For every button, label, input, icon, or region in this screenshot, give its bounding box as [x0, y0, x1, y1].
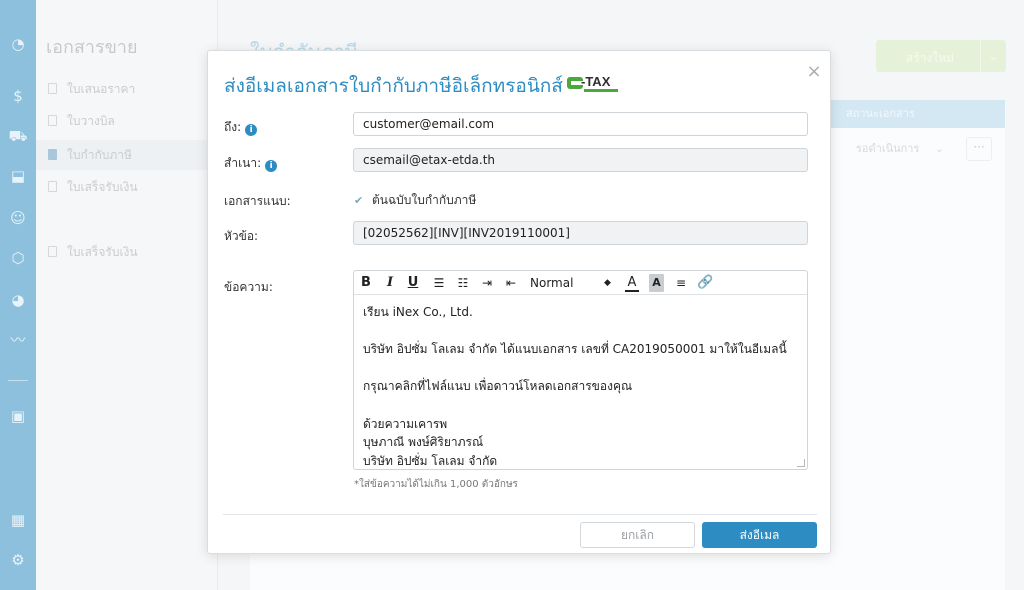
to-field[interactable] — [353, 112, 808, 136]
send-email-modal: ส่งอีเมลเอกสารใบกำกับภาษีอิเล็กทรอนิกส์ … — [207, 50, 831, 554]
dollar-icon[interactable]: $ — [8, 86, 28, 106]
sidebar-item-label: ใบเสนอราคา — [67, 82, 136, 96]
sidebar-item-tax-invoice[interactable]: ใบกำกับภาษี — [36, 140, 218, 170]
cc-label-row: สำเนา: i — [224, 154, 278, 173]
cancel-button[interactable]: ยกเลิก — [580, 522, 695, 548]
more-options-button[interactable]: ··· — [966, 137, 992, 161]
info-icon[interactable]: i — [245, 124, 258, 136]
character-limit-hint: *ใส่ข้อความได้ไม่เกิน 1,000 ตัวอักษร — [354, 479, 518, 490]
users-icon[interactable]: ☺ — [8, 208, 28, 228]
svg-text:-TAX: -TAX — [581, 74, 611, 89]
message-line: บริษัท อิปซั่ม โลเลม จำกัด — [363, 453, 498, 468]
align-icon[interactable]: ≡ — [674, 274, 688, 292]
sidebar-item-billing[interactable]: ใบวางบิล — [36, 106, 218, 136]
font-size-select[interactable]: Normal ◆ — [530, 274, 616, 292]
app-icon-bar: ◔ $ ⛟ ⬓ ☺ ⬡ ◕ 〰 ▣ ▦ ⚙ — [0, 0, 36, 590]
ordered-list-icon[interactable]: ☰ — [432, 274, 446, 292]
sidebar-item-receipt-2[interactable]: ใบเสร็จรับเงิน — [36, 237, 218, 267]
status-select[interactable]: รอดำเนินการ ⌄ — [846, 138, 954, 160]
subject-field[interactable] — [353, 221, 808, 245]
italic-button[interactable]: I — [384, 274, 396, 292]
document-icon — [48, 115, 57, 126]
message-line: ด้วยความเคารพ — [363, 416, 448, 431]
close-icon[interactable]: × — [805, 63, 823, 81]
dashboard-icon[interactable]: ◔ — [8, 34, 28, 54]
create-new-label: สร้างใหม่ — [906, 51, 955, 65]
sidebar-item-label: ใบเสร็จรับเงิน — [67, 180, 138, 194]
document-icon — [48, 83, 57, 94]
briefcase-icon[interactable]: ▣ — [8, 406, 28, 426]
font-size-value: Normal — [530, 276, 574, 290]
iconbar-divider — [8, 380, 28, 381]
bold-button[interactable]: B — [360, 274, 372, 292]
attach-label: เอกสารแนบ: — [224, 194, 291, 208]
settings-icon[interactable]: ⚙ — [8, 550, 28, 570]
attach-option-label: ต้นฉบับใบกำกับภาษี — [372, 193, 477, 207]
create-new-button[interactable]: สร้างใหม่ ⌄ — [876, 40, 1006, 72]
attach-original-checkbox[interactable]: ✔ ต้นฉบับใบกำกับภาษี — [354, 191, 476, 210]
box-icon[interactable]: ⬡ — [8, 248, 28, 268]
text-color-glyph: A — [627, 275, 637, 290]
document-icon — [48, 181, 57, 192]
indent-icon[interactable]: ⇥ — [480, 274, 494, 292]
underline-button[interactable]: U — [407, 274, 419, 292]
sidebar-title: เอกสารขาย — [46, 37, 138, 58]
to-label: ถึง: — [224, 120, 242, 134]
document-icon — [48, 149, 57, 160]
sidebar-item-receipt[interactable]: ใบเสร็จรับเงิน — [36, 172, 218, 202]
link-icon[interactable]: 🔗 — [697, 274, 713, 292]
checkmark-icon: ✔ — [354, 194, 364, 207]
sort-arrows-icon: ◆ — [604, 278, 611, 288]
document-icon — [48, 246, 57, 257]
message-body[interactable]: เรียน iNex Co., Ltd. บริษัท อิปซั่ม โลเล… — [363, 303, 793, 470]
to-label-row: ถึง: i — [224, 118, 258, 137]
sidebar-item-label: ใบเสร็จรับเงิน — [67, 245, 138, 259]
subject-label: หัวข้อ: — [224, 229, 259, 243]
message-line: กรุณาคลิกที่ไฟล์แนบ เพื่อดาวน์โหลดเอกสาร… — [363, 379, 633, 394]
sidebar: เอกสารขาย ใบเสนอราคา ใบวางบิล ใบกำกับภาษ… — [36, 0, 218, 590]
sidebar-item-quotation[interactable]: ใบเสนอราคา — [36, 74, 218, 104]
info-icon[interactable]: i — [265, 160, 278, 172]
message-line — [363, 359, 793, 378]
message-editor[interactable]: B I U ☰ ☷ ⇥ ⇤ Normal ◆ A A ≡ 🔗 เรียน iNex… — [353, 270, 808, 470]
modal-title: ส่งอีเมลเอกสารใบกำกับภาษีอิเล็กทรอนิกส์ — [224, 75, 563, 97]
message-line — [363, 322, 793, 341]
text-color-bar — [625, 290, 639, 292]
cc-label: สำเนา: — [224, 156, 262, 170]
gauge-icon[interactable]: ◕ — [8, 290, 28, 310]
message-line: บริษัท อิปซั่ม โลเลม จำกัด ได้แนบเอกสาร … — [363, 342, 787, 357]
chevron-down-icon: ⌄ — [934, 142, 945, 155]
sidebar-item-label: ใบกำกับภาษี — [67, 148, 132, 162]
message-line: เรียน iNex Co., Ltd. — [363, 305, 473, 319]
resize-handle[interactable] — [797, 459, 805, 467]
status-value: รอดำเนินการ — [856, 142, 920, 155]
table-header-status: สถานะเอกสาร — [830, 100, 1005, 128]
cart-icon[interactable]: ⛟ — [8, 126, 28, 146]
message-line — [363, 396, 793, 415]
cc-field[interactable] — [353, 148, 808, 172]
chart-icon[interactable]: 〰 — [8, 330, 28, 350]
sidebar-item-label: ใบวางบิล — [67, 114, 115, 128]
background-color-button[interactable]: A — [649, 274, 664, 292]
text-color-button[interactable]: A — [625, 274, 639, 292]
message-line: บุษภาณี พงษ์ศิริยาภรณ์ — [363, 435, 484, 450]
chevron-down-icon[interactable]: ⌄ — [980, 40, 1006, 72]
inbox-icon[interactable]: ⬓ — [8, 166, 28, 186]
message-label: ข้อความ: — [224, 280, 273, 294]
editor-toolbar: B I U ☰ ☷ ⇥ ⇤ Normal ◆ A A ≡ 🔗 — [354, 271, 807, 295]
etax-logo: -TAX — [567, 74, 618, 92]
send-email-button[interactable]: ส่งอีเมล — [702, 522, 817, 548]
footer-divider — [223, 514, 817, 515]
bullet-list-icon[interactable]: ☷ — [456, 274, 470, 292]
outdent-icon[interactable]: ⇤ — [504, 274, 518, 292]
apps-grid-icon[interactable]: ▦ — [8, 510, 28, 530]
